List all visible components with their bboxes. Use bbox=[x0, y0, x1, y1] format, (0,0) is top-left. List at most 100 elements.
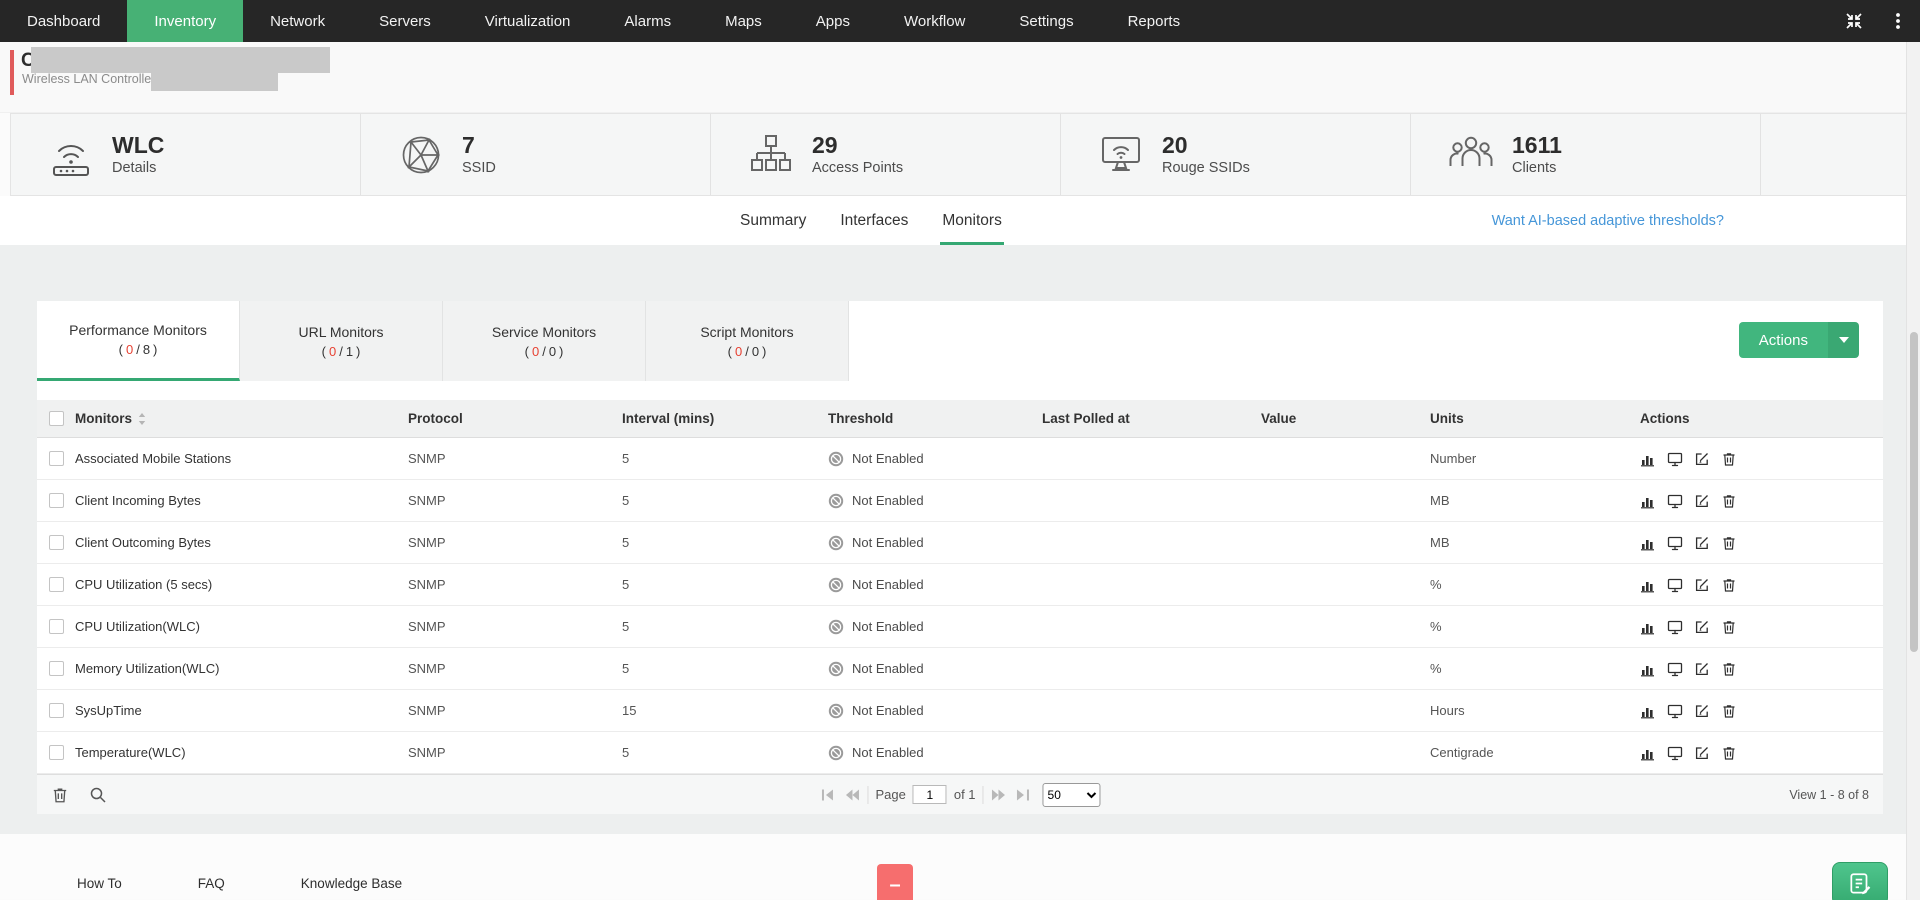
monitor-name[interactable]: Memory Utilization(WLC) bbox=[75, 661, 408, 676]
row-checkbox[interactable] bbox=[49, 535, 64, 550]
bar-chart-icon[interactable] bbox=[1640, 745, 1656, 761]
minimized-alert-badge[interactable]: – bbox=[877, 864, 913, 900]
stat-card-access-points[interactable]: 29 Access Points bbox=[711, 114, 1061, 195]
monitor-name[interactable]: CPU Utilization(WLC) bbox=[75, 619, 408, 634]
monitor-name[interactable]: Associated Mobile Stations bbox=[75, 451, 408, 466]
delete-icon[interactable] bbox=[1721, 619, 1737, 635]
stat-label: Access Points bbox=[812, 160, 903, 176]
table-header-row: Monitors Protocol Interval (mins) Thresh… bbox=[37, 400, 1883, 438]
row-checkbox[interactable] bbox=[49, 451, 64, 466]
bar-chart-icon[interactable] bbox=[1640, 493, 1656, 509]
monitor-icon[interactable] bbox=[1667, 661, 1683, 677]
page-size-select[interactable]: 50 bbox=[1043, 783, 1101, 807]
edit-icon[interactable] bbox=[1694, 661, 1710, 677]
monitors-panel: Performance Monitors (0/8) URL Monitors … bbox=[37, 301, 1883, 814]
bar-chart-icon[interactable] bbox=[1640, 661, 1656, 677]
stat-card-wlc-details[interactable]: WLC Details bbox=[11, 114, 361, 195]
row-checkbox[interactable] bbox=[49, 619, 64, 634]
bar-chart-icon[interactable] bbox=[1640, 535, 1656, 551]
edit-icon[interactable] bbox=[1694, 577, 1710, 593]
delete-icon[interactable] bbox=[1721, 745, 1737, 761]
next-page-icon[interactable] bbox=[991, 788, 1008, 802]
monitor-icon[interactable] bbox=[1667, 745, 1683, 761]
tab-summary[interactable]: Summary bbox=[738, 196, 808, 245]
column-header-monitors[interactable]: Monitors bbox=[75, 411, 408, 426]
edit-icon[interactable] bbox=[1694, 535, 1710, 551]
delete-icon[interactable] bbox=[1721, 703, 1737, 719]
tab-service-monitors[interactable]: Service Monitors (0/0) bbox=[443, 301, 646, 381]
tab-interfaces[interactable]: Interfaces bbox=[838, 196, 910, 245]
nav-item-network[interactable]: Network bbox=[243, 0, 352, 42]
bar-chart-icon[interactable] bbox=[1640, 619, 1656, 635]
delete-icon[interactable] bbox=[1721, 577, 1737, 593]
actions-button[interactable]: Actions bbox=[1739, 322, 1859, 358]
row-checkbox[interactable] bbox=[49, 745, 64, 760]
row-checkbox[interactable] bbox=[49, 493, 64, 508]
nav-item-alarms[interactable]: Alarms bbox=[597, 0, 698, 42]
interval-cell: 5 bbox=[622, 661, 828, 676]
row-checkbox[interactable] bbox=[49, 661, 64, 676]
monitor-name[interactable]: Temperature(WLC) bbox=[75, 745, 408, 760]
actions-dropdown-caret[interactable] bbox=[1828, 322, 1859, 358]
row-checkbox[interactable] bbox=[49, 577, 64, 592]
row-checkbox[interactable] bbox=[49, 703, 64, 718]
monitor-icon[interactable] bbox=[1667, 619, 1683, 635]
delete-icon[interactable] bbox=[1721, 451, 1737, 467]
kebab-menu-icon[interactable] bbox=[1876, 0, 1920, 42]
monitor-icon[interactable] bbox=[1667, 577, 1683, 593]
monitor-name[interactable]: Client Outcoming Bytes bbox=[75, 535, 408, 550]
monitor-icon[interactable] bbox=[1667, 703, 1683, 719]
protocol-cell: SNMP bbox=[408, 745, 622, 760]
ai-thresholds-link[interactable]: Want AI-based adaptive thresholds? bbox=[1492, 196, 1724, 245]
bar-chart-icon[interactable] bbox=[1640, 703, 1656, 719]
nav-item-apps[interactable]: Apps bbox=[789, 0, 877, 42]
prev-page-icon[interactable] bbox=[843, 788, 860, 802]
nav-item-inventory[interactable]: Inventory bbox=[127, 0, 243, 42]
table-row: Temperature(WLC) SNMP 5 Not Enabled Cent… bbox=[37, 732, 1883, 774]
actions-button-label[interactable]: Actions bbox=[1739, 322, 1828, 358]
nav-item-workflow[interactable]: Workflow bbox=[877, 0, 992, 42]
edit-icon[interactable] bbox=[1694, 619, 1710, 635]
collapse-icon[interactable] bbox=[1832, 0, 1876, 42]
first-page-icon[interactable] bbox=[819, 788, 836, 802]
scrollbar-thumb[interactable] bbox=[1910, 332, 1918, 652]
tab-script-monitors[interactable]: Script Monitors (0/0) bbox=[646, 301, 849, 381]
monitor-name[interactable]: SysUpTime bbox=[75, 703, 408, 718]
tab-monitors[interactable]: Monitors bbox=[940, 196, 1003, 245]
how-to-link[interactable]: How To bbox=[77, 876, 122, 891]
nav-item-virtualization[interactable]: Virtualization bbox=[458, 0, 598, 42]
delete-icon[interactable] bbox=[1721, 493, 1737, 509]
monitor-icon[interactable] bbox=[1667, 451, 1683, 467]
bar-chart-icon[interactable] bbox=[1640, 577, 1656, 593]
select-all-checkbox[interactable] bbox=[49, 411, 64, 426]
nav-item-maps[interactable]: Maps bbox=[698, 0, 789, 42]
search-icon[interactable] bbox=[89, 786, 107, 804]
knowledge-base-link[interactable]: Knowledge Base bbox=[301, 876, 402, 891]
nav-item-dashboard[interactable]: Dashboard bbox=[0, 0, 127, 42]
edit-icon[interactable] bbox=[1694, 745, 1710, 761]
edit-icon[interactable] bbox=[1694, 451, 1710, 467]
tab-performance-monitors[interactable]: Performance Monitors (0/8) bbox=[37, 301, 240, 381]
delete-icon[interactable] bbox=[1721, 661, 1737, 677]
stat-card-clients[interactable]: 1611 Clients bbox=[1411, 114, 1761, 195]
stat-card-ssid[interactable]: 7 SSID bbox=[361, 114, 711, 195]
edit-icon[interactable] bbox=[1694, 493, 1710, 509]
edit-icon[interactable] bbox=[1694, 703, 1710, 719]
chat-widget-button[interactable] bbox=[1832, 862, 1888, 900]
bar-chart-icon[interactable] bbox=[1640, 451, 1656, 467]
nav-item-servers[interactable]: Servers bbox=[352, 0, 458, 42]
monitor-name[interactable]: Client Incoming Bytes bbox=[75, 493, 408, 508]
tab-url-monitors[interactable]: URL Monitors (0/1) bbox=[240, 301, 443, 381]
row-actions bbox=[1640, 493, 1883, 509]
page-input[interactable] bbox=[913, 785, 947, 804]
monitor-icon[interactable] bbox=[1667, 535, 1683, 551]
delete-icon[interactable] bbox=[51, 786, 69, 804]
last-page-icon[interactable] bbox=[1015, 788, 1032, 802]
stat-card-rouge-ssids[interactable]: 20 Rouge SSIDs bbox=[1061, 114, 1411, 195]
nav-item-settings[interactable]: Settings bbox=[992, 0, 1100, 42]
monitor-icon[interactable] bbox=[1667, 493, 1683, 509]
nav-item-reports[interactable]: Reports bbox=[1101, 0, 1208, 42]
monitor-name[interactable]: CPU Utilization (5 secs) bbox=[75, 577, 408, 592]
faq-link[interactable]: FAQ bbox=[198, 876, 225, 891]
delete-icon[interactable] bbox=[1721, 535, 1737, 551]
